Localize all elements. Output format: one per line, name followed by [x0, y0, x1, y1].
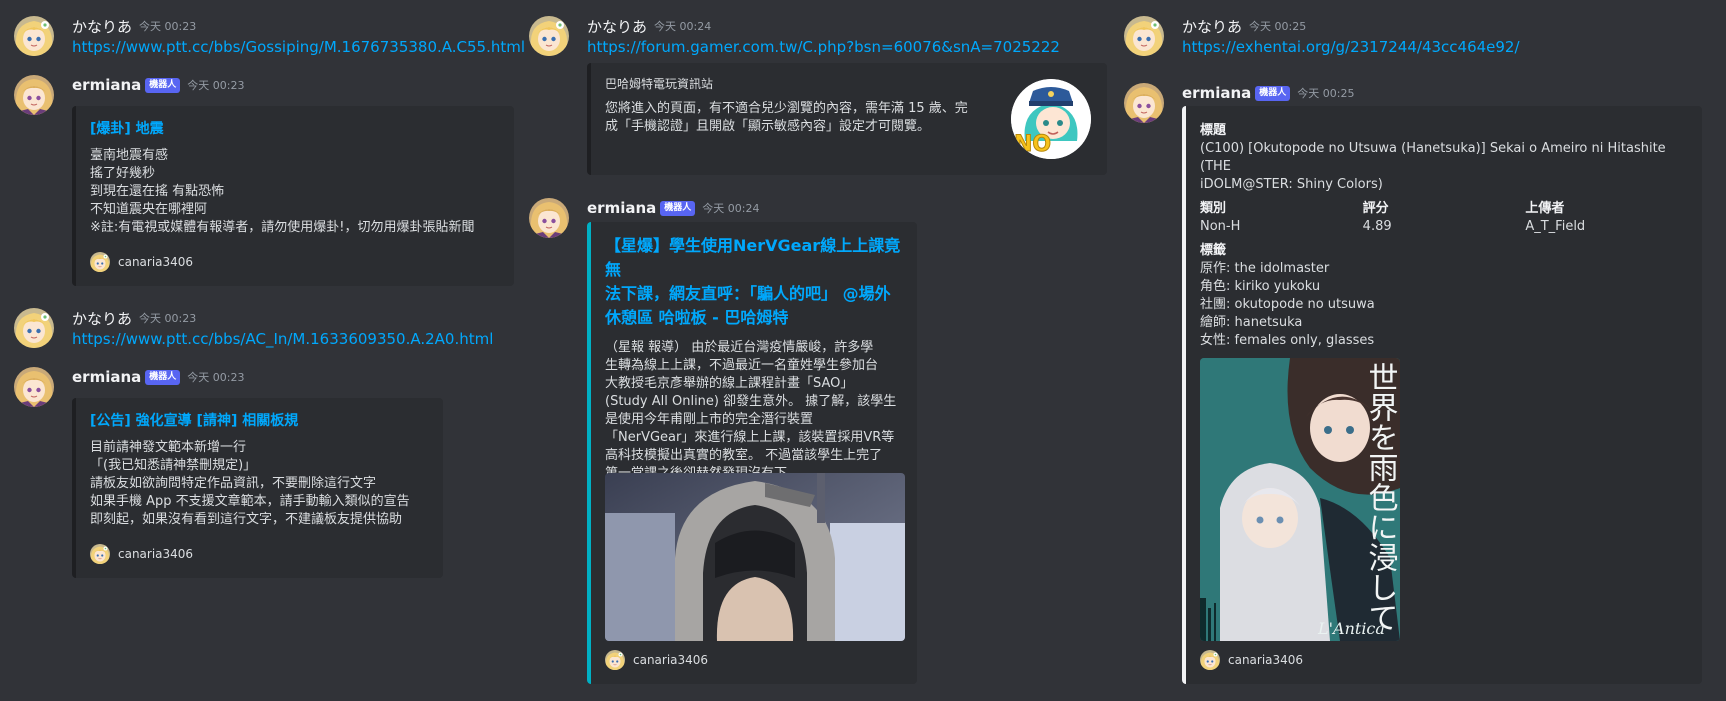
embed: 標題 (C100) [Okutopode no Utsuwa (Hanetsuk…	[1182, 106, 1702, 684]
field-name: 標題	[1200, 123, 1227, 138]
bot-badge: 機器人	[660, 200, 696, 216]
embed: 【星爆】學生使用NerVGear線上上課竟無 法下課，網友直呼：「騙人的吧」 @…	[587, 222, 917, 684]
footer-avatar	[605, 650, 625, 670]
footer-avatar	[90, 544, 110, 564]
timestamp: 今天 00:24	[702, 202, 760, 215]
embed-image[interactable]	[605, 473, 905, 641]
field-value: 4.89	[1362, 219, 1392, 234]
embed-footer: canaria3406	[605, 650, 708, 670]
message-link[interactable]: https://exhentai.org/g/2317244/43cc464e9…	[1182, 38, 1520, 56]
avatar[interactable]	[1124, 16, 1164, 56]
field-category: 類別 Non-H	[1200, 200, 1363, 236]
field-uploader: 上傳者 A_T_Field	[1525, 200, 1688, 236]
embed-provider[interactable]: 巴哈姆特電玩資訊站	[605, 75, 1093, 92]
timestamp: 今天 00:25	[1249, 20, 1307, 33]
field-value: Non-H	[1200, 219, 1241, 234]
embed-footer: canaria3406	[90, 252, 193, 272]
avatar[interactable]	[14, 16, 54, 56]
field-value: (C100) [Okutopode no Utsuwa (Hanetsuka)]…	[1200, 141, 1666, 192]
username[interactable]: ermiana	[587, 199, 656, 217]
username[interactable]: かなりあ	[1182, 16, 1242, 37]
timestamp: 今天 00:23	[187, 371, 245, 384]
field-value: A_T_Field	[1525, 219, 1586, 234]
inline-fields: 類別 Non-H 評分 4.89 上傳者 A_T_Field	[1200, 200, 1688, 236]
footer-text: canaria3406	[118, 547, 194, 561]
timestamp: 今天 00:23	[187, 79, 245, 92]
message-link[interactable]: https://www.ptt.cc/bbs/AC_In/M.163360935…	[72, 330, 493, 348]
field-name: 上傳者	[1525, 201, 1565, 216]
username[interactable]: ermiana	[72, 76, 141, 94]
bot-badge: 機器人	[1255, 85, 1291, 101]
field-name: 類別	[1200, 201, 1227, 216]
embed-footer: canaria3406	[90, 544, 193, 564]
timestamp: 今天 00:23	[139, 312, 197, 325]
embed-description: 臺南地震有感 搖了好幾秒 到現在還在搖 有點恐怖 不知道震央在哪裡阿 ※註:有電…	[90, 148, 475, 235]
footer-text: canaria3406	[118, 255, 194, 269]
field-name: 標籤	[1200, 243, 1227, 258]
username[interactable]: かなりあ	[72, 16, 132, 37]
message-link[interactable]: https://www.ptt.cc/bbs/Gossiping/M.16767…	[72, 38, 525, 56]
thumbnail-no-label: NO	[1014, 132, 1051, 157]
avatar[interactable]	[529, 198, 569, 238]
footer-text: canaria3406	[1228, 653, 1304, 667]
avatar[interactable]	[14, 75, 54, 115]
cover-title: 世界を雨色に浸して	[1363, 362, 1398, 632]
embed-cover-image[interactable]: 世界を雨色に浸して L'Antica	[1200, 358, 1400, 641]
embed-footer: canaria3406	[1200, 650, 1303, 670]
footer-avatar	[1200, 650, 1220, 670]
field-rating: 評分 4.89	[1363, 200, 1526, 236]
embed: 巴哈姆特電玩資訊站 您將進入的頁面，有不適合兒少瀏覽的內容，需年滿 15 歲、完…	[587, 63, 1107, 175]
field-tags: 標籤 原作: the idolmaster 角色: kiriko yukoku …	[1200, 242, 1688, 350]
embed-title[interactable]: [爆卦] 地震	[90, 118, 500, 140]
embed-description: （星報 報導） 由於最近台灣疫情嚴峻，許多學 生轉為線上上課，不過最近一名童姓學…	[605, 340, 897, 481]
field-title: 標題 (C100) [Okutopode no Utsuwa (Hanetsuk…	[1200, 122, 1688, 194]
cover-signature: L'Antica	[1317, 619, 1385, 638]
username[interactable]: かなりあ	[72, 308, 132, 329]
bot-badge: 機器人	[145, 369, 181, 385]
bot-badge: 機器人	[145, 77, 181, 93]
avatar[interactable]	[14, 308, 54, 348]
embed: [公告] 強化宣導 [請神] 相關板規 目前請神發文範本新增一行 「(我已知悉請…	[72, 398, 443, 578]
timestamp: 今天 00:25	[1297, 87, 1355, 100]
footer-text: canaria3406	[633, 653, 709, 667]
embed-description: 您將進入的頁面，有不適合兒少瀏覽的內容，需年滿 15 歲、完 成「手機認證」且開…	[605, 101, 968, 134]
embed: [爆卦] 地震 臺南地震有感 搖了好幾秒 到現在還在搖 有點恐怖 不知道震央在哪…	[72, 106, 514, 286]
message-link[interactable]: https://forum.gamer.com.tw/C.php?bsn=600…	[587, 38, 1060, 56]
avatar[interactable]	[14, 367, 54, 407]
username[interactable]: ermiana	[72, 368, 141, 386]
avatar[interactable]	[1124, 83, 1164, 123]
embed-thumbnail[interactable]: NO	[1011, 79, 1091, 159]
footer-avatar	[90, 252, 110, 272]
embed-title[interactable]: 【星爆】學生使用NerVGear線上上課竟無 法下課，網友直呼：「騙人的吧」 @…	[605, 234, 903, 330]
field-name: 評分	[1362, 201, 1389, 216]
username[interactable]: かなりあ	[587, 16, 647, 37]
embed-description: 目前請神發文範本新增一行 「(我已知悉請神禁刪規定)」 請板友如欲詢問特定作品資…	[90, 440, 410, 527]
timestamp: 今天 00:24	[654, 20, 712, 33]
embed-title[interactable]: [公告] 強化宣導 [請神] 相關板規	[90, 410, 429, 432]
username[interactable]: ermiana	[1182, 84, 1251, 102]
timestamp: 今天 00:23	[139, 20, 197, 33]
field-value: 原作: the idolmaster 角色: kiriko yukoku 社團:…	[1200, 261, 1375, 348]
avatar[interactable]	[529, 16, 569, 56]
